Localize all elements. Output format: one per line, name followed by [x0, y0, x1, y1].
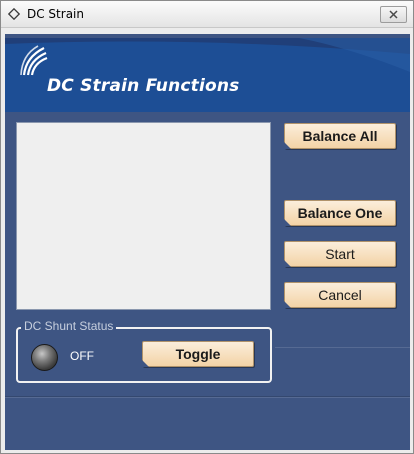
divider: [275, 347, 410, 348]
button-corner-notch: [284, 142, 291, 149]
header-banner: DC Strain Functions: [5, 34, 410, 112]
banner-background: [5, 34, 410, 112]
balance-one-button[interactable]: Balance One: [284, 200, 396, 226]
start-button[interactable]: Start: [284, 241, 396, 267]
client-area: DC Strain Functions Balance All Balance …: [5, 34, 410, 450]
title-bar[interactable]: DC Strain: [1, 1, 413, 28]
balance-one-label: Balance One: [297, 205, 383, 221]
swoosh-logo: [20, 45, 48, 76]
close-icon: [389, 10, 398, 19]
banner-title: DC Strain Functions: [47, 76, 240, 96]
divider: [5, 397, 410, 398]
shunt-status-text: OFF: [70, 349, 94, 363]
button-corner-notch: [284, 219, 291, 226]
close-button[interactable]: [380, 6, 407, 23]
cancel-button[interactable]: Cancel: [284, 282, 396, 308]
diamond-icon: [8, 8, 20, 20]
button-corner-notch: [284, 301, 291, 308]
window-title: DC Strain: [27, 7, 84, 21]
button-corner-notch: [284, 260, 291, 267]
button-corner-notch: [142, 360, 149, 367]
channel-list-box[interactable]: [16, 122, 271, 310]
shunt-status-led-icon: [31, 344, 58, 371]
balance-all-button[interactable]: Balance All: [284, 123, 396, 149]
toggle-label: Toggle: [175, 346, 221, 362]
start-label: Start: [325, 246, 355, 262]
balance-all-label: Balance All: [302, 128, 378, 144]
cancel-label: Cancel: [318, 287, 362, 303]
dc-shunt-status-label: DC Shunt Status: [21, 319, 117, 333]
dc-strain-window: DC Strain DC Strain Functions Balance Al…: [0, 0, 414, 454]
toggle-button[interactable]: Toggle: [142, 341, 254, 367]
